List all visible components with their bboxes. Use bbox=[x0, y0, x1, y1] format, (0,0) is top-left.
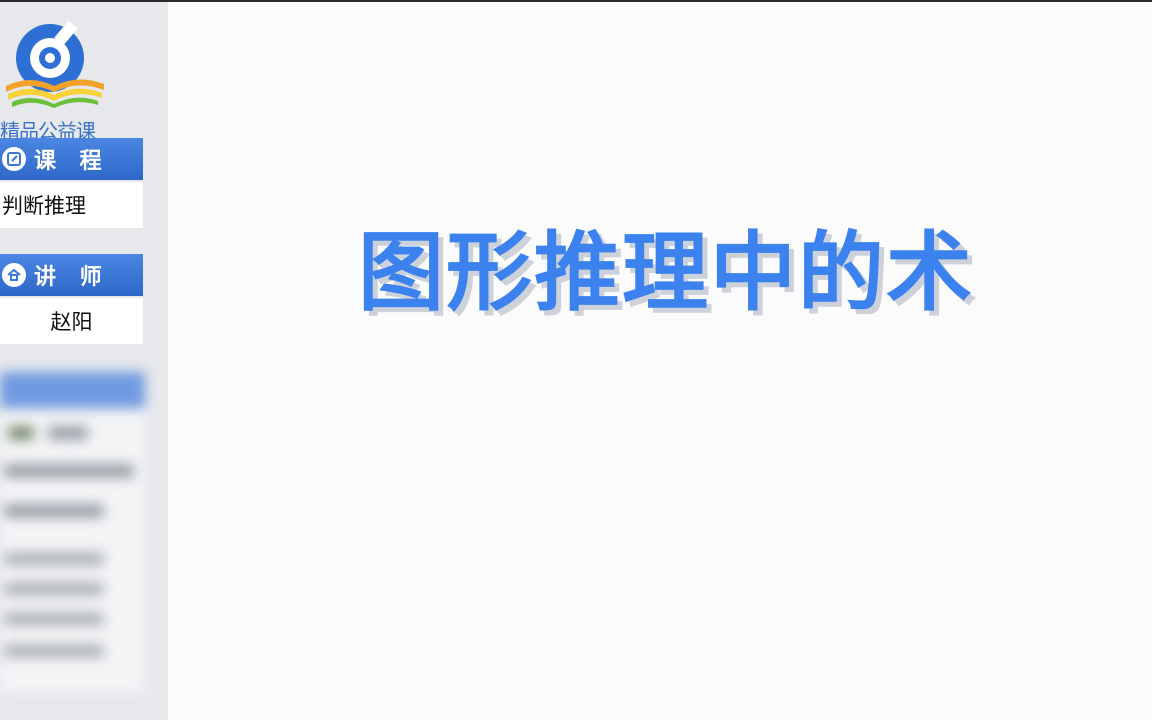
edit-icon bbox=[2, 147, 26, 171]
logo-icon bbox=[6, 20, 104, 108]
teacher-name: 赵阳 bbox=[0, 298, 143, 344]
teacher-header-label: 讲 师 bbox=[34, 265, 110, 290]
teacher-header: 讲 师 bbox=[0, 254, 143, 296]
blurred-content bbox=[0, 412, 145, 692]
teacher-icon bbox=[2, 263, 26, 287]
logo: 精品公益课 bbox=[0, 12, 112, 143]
blurred-line bbox=[4, 504, 104, 518]
course-name: 判断推理 bbox=[0, 182, 143, 228]
slide-area: 图形推理中的术 bbox=[168, 2, 1152, 720]
course-header: 课 程 bbox=[0, 138, 143, 180]
blurred-panel bbox=[0, 364, 160, 704]
blurred-line bbox=[4, 612, 104, 626]
screen: 精品公益课 课 程 判断推理 讲 师 赵阳 图形推理中的术 bbox=[0, 0, 1152, 720]
blurred-line bbox=[4, 464, 134, 478]
blurred-line bbox=[8, 426, 34, 440]
blurred-line bbox=[4, 644, 104, 658]
course-header-label: 课 程 bbox=[34, 149, 110, 174]
slide-title: 图形推理中的术 bbox=[358, 223, 974, 323]
sidebar: 精品公益课 课 程 判断推理 讲 师 赵阳 bbox=[0, 2, 168, 720]
blurred-line bbox=[48, 426, 88, 440]
blurred-line bbox=[4, 552, 104, 566]
blurred-line bbox=[4, 582, 104, 596]
blurred-header bbox=[0, 372, 145, 408]
